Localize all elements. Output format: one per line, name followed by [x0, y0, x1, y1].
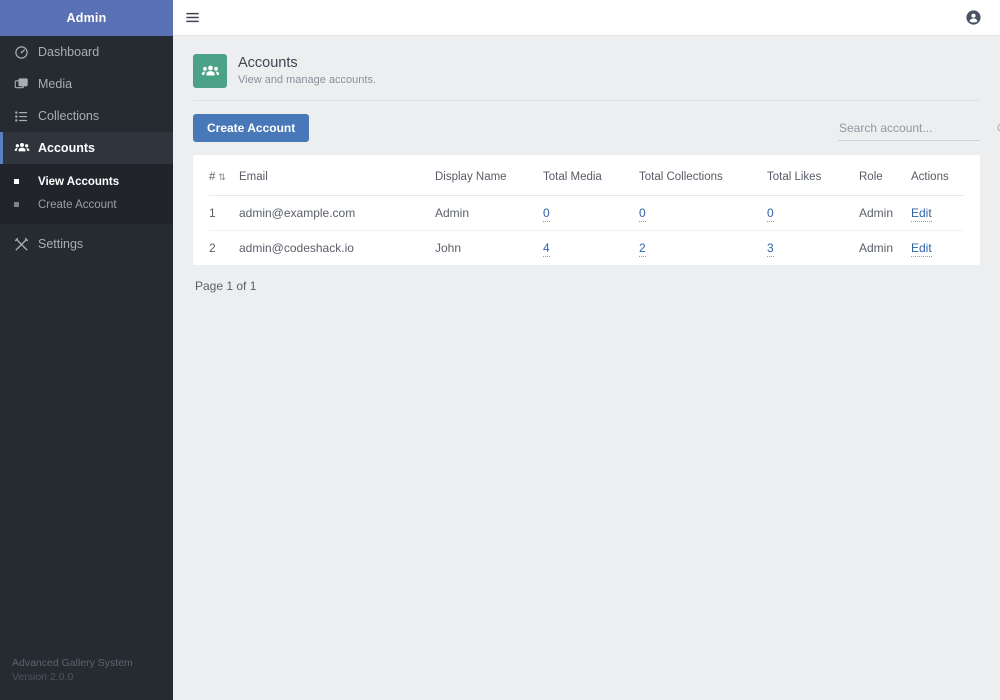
search-input[interactable] [838, 121, 996, 135]
page-subtitle: View and manage accounts. [238, 73, 376, 86]
total-media-link[interactable]: 0 [543, 206, 550, 222]
edit-link[interactable]: Edit [911, 206, 932, 222]
cell-display-name: Admin [435, 195, 543, 231]
sidebar-item-media[interactable]: Media [0, 68, 173, 100]
column-header-display-name[interactable]: Display Name [435, 155, 543, 196]
topbar [173, 0, 1000, 36]
sidebar-item-label: Dashboard [38, 45, 100, 59]
search-field[interactable] [838, 118, 1000, 141]
user-circle-icon[interactable] [965, 9, 982, 26]
cell-total-collections: 0 [639, 195, 767, 231]
edit-link[interactable]: Edit [911, 241, 932, 257]
sort-arrows-icon[interactable]: ⇅ [218, 172, 226, 182]
column-header-total-media[interactable]: Total Media [543, 155, 639, 196]
table-header-row: # ⇅ Email Display Name Total Media Total … [209, 155, 964, 196]
column-header-total-collections[interactable]: Total Collections [639, 155, 767, 196]
sidebar-subitem-create-account[interactable]: Create Account [0, 193, 173, 216]
bullet-icon [14, 202, 38, 207]
app-version: Version 2.0.0 [12, 671, 74, 683]
sidebar-item-label: Media [38, 77, 73, 91]
accounts-table: # ⇅ Email Display Name Total Media Total … [209, 155, 964, 265]
sidebar: Admin Dashboard Media Collections Accoun… [0, 0, 173, 700]
page-title: Accounts [238, 54, 298, 71]
column-header-num-label: # [209, 171, 216, 183]
toolbar: Create Account [193, 114, 1000, 142]
sidebar-footer: Advanced Gallery System Version 2.0.0 [0, 656, 173, 700]
total-collections-link[interactable]: 0 [639, 206, 646, 222]
sidebar-subitem-label: View Accounts [38, 175, 120, 188]
table-head: # ⇅ Email Display Name Total Media Total … [209, 155, 964, 196]
create-account-button[interactable]: Create Account [193, 114, 310, 142]
sidebar-submenu-accounts: View Accounts Create Account [0, 164, 173, 224]
pagination-status: Page 1 of 1 [195, 279, 257, 293]
collections-icon [14, 109, 38, 124]
cell-email: admin@codeshack.io [239, 241, 354, 255]
accounts-group-icon [193, 54, 227, 88]
cell-role: Admin [859, 195, 911, 231]
table-row: 1 admin@example.com Admin 0 0 0 Admin Ed… [209, 195, 964, 231]
cell-actions: Edit [911, 195, 964, 231]
cell-display-name: John [435, 241, 462, 255]
search-icon[interactable] [996, 122, 1000, 135]
total-likes-link[interactable]: 0 [767, 206, 774, 222]
column-header-total-likes[interactable]: Total Likes [767, 155, 859, 196]
bullet-icon [14, 179, 38, 184]
sidebar-brand-label: Admin [66, 11, 107, 25]
sidebar-brand: Admin [0, 0, 173, 36]
cell-total-likes: 0 [767, 195, 859, 231]
header-divider [193, 100, 980, 101]
hamburger-icon[interactable] [185, 10, 200, 25]
sidebar-item-label: Settings [38, 237, 84, 251]
sidebar-item-label: Accounts [38, 141, 95, 155]
sidebar-item-label: Collections [38, 109, 100, 123]
accounts-table-card: # ⇅ Email Display Name Total Media Total … [193, 155, 980, 265]
sidebar-item-settings[interactable]: Settings [0, 228, 173, 260]
column-header-actions: Actions [911, 155, 964, 196]
table-body: 1 admin@example.com Admin 0 0 0 Admin Ed… [209, 195, 964, 266]
column-header-role[interactable]: Role [859, 155, 911, 196]
total-media-link[interactable]: 4 [543, 241, 550, 257]
settings-icon [14, 237, 38, 252]
accounts-icon [14, 140, 38, 156]
total-collections-link[interactable]: 2 [639, 241, 646, 257]
cell-total-media: 0 [543, 195, 639, 231]
main-content: Accounts View and manage accounts. Creat… [173, 36, 1000, 700]
media-icon [14, 77, 38, 92]
cell-num: 1 [209, 195, 239, 231]
column-header-email[interactable]: Email [239, 155, 435, 196]
cell-email: admin@example.com [239, 195, 435, 231]
cell-num: 2 [209, 241, 216, 255]
cell-role: Admin [859, 241, 894, 255]
total-likes-link[interactable]: 3 [767, 241, 774, 257]
admin-page: Admin Dashboard Media Collections Accoun… [0, 0, 1000, 700]
table-row: 2 admin@codeshack.io John 4 2 3 Admin Ed… [209, 231, 964, 266]
app-name: Advanced Gallery System [12, 657, 133, 669]
cell-actions: Edit [911, 231, 964, 266]
page-header-text: Accounts View and manage accounts. [238, 55, 376, 88]
column-header-num[interactable]: # ⇅ [209, 155, 239, 196]
sidebar-subitem-view-accounts[interactable]: View Accounts [0, 170, 173, 193]
cell-total-collections: 2 [639, 231, 767, 266]
sidebar-item-accounts[interactable]: Accounts [0, 132, 173, 164]
cell-total-media: 4 [543, 231, 639, 266]
sidebar-item-dashboard[interactable]: Dashboard [0, 36, 173, 68]
sidebar-subitem-label: Create Account [38, 198, 117, 211]
page-header: Accounts View and manage accounts. [193, 54, 980, 88]
sidebar-item-collections[interactable]: Collections [0, 100, 173, 132]
cell-total-likes: 3 [767, 231, 859, 266]
sidebar-nav: Dashboard Media Collections Accounts Vie… [0, 36, 173, 656]
dashboard-icon [14, 45, 38, 60]
